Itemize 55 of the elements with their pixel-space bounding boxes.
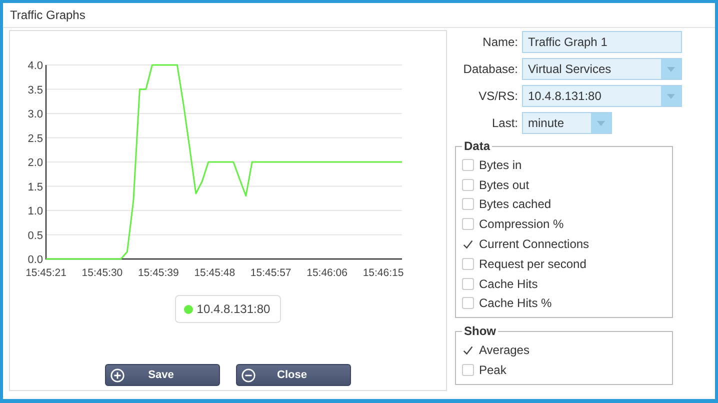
checkbox-label: Bytes out <box>479 178 530 192</box>
checkbox-label: Bytes in <box>479 158 522 172</box>
text-field[interactable]: Traffic Graph 1 <box>522 31 682 53</box>
checkbox[interactable] <box>462 158 474 171</box>
dropdown[interactable]: minute <box>522 112 612 134</box>
checkbox-label: Cache Hits <box>479 276 538 291</box>
y-tick-label: 0.5 <box>28 230 43 242</box>
checkbox-label: Cache Hits % <box>479 296 552 310</box>
window-title: Traffic Graphs <box>3 3 715 28</box>
x-tick-label: 15:46:15 <box>362 267 404 279</box>
x-tick-label: 15:45:21 <box>26 267 66 279</box>
y-tick-label: 3.0 <box>28 108 43 120</box>
checkbox-label: Compression % <box>479 217 564 232</box>
field-label: Database: <box>462 62 519 76</box>
field-label: Last: <box>490 116 519 130</box>
checkbox[interactable] <box>462 297 474 310</box>
x-tick-label: 15:45:57 <box>250 267 292 279</box>
checkbox-label: Request per second <box>479 256 586 271</box>
close-button[interactable]: Close <box>236 364 351 386</box>
group-title: Show <box>463 324 497 338</box>
y-tick-label: 0.0 <box>28 254 43 266</box>
minus-circle-icon <box>241 368 256 382</box>
caret-icon <box>667 66 675 72</box>
checkbox-label: Current Connections <box>479 237 590 252</box>
dropdown[interactable]: Virtual Services <box>522 58 682 80</box>
plus-circle-icon <box>110 368 125 382</box>
y-tick-label: 3.5 <box>28 84 43 96</box>
field-label: Name: <box>482 35 519 49</box>
checkbox[interactable] <box>462 364 474 376</box>
checkbox-label: Averages <box>479 343 530 358</box>
checkbox[interactable] <box>462 258 474 270</box>
checkbox-label: Bytes cached <box>479 197 552 212</box>
checkbox-label: Peak <box>479 363 506 378</box>
checkbox[interactable] <box>462 218 474 230</box>
save-button[interactable]: Save <box>105 364 220 386</box>
x-tick-label: 15:45:48 <box>194 267 236 279</box>
checkbox[interactable] <box>462 198 474 210</box>
y-tick-label: 1.0 <box>28 206 43 218</box>
checkmark-icon <box>463 344 473 356</box>
checkbox[interactable] <box>462 278 474 290</box>
checkbox[interactable] <box>462 178 474 191</box>
y-tick-label: 2.0 <box>28 157 43 169</box>
dropdown[interactable]: 10.4.8.131:80 <box>522 85 682 107</box>
checkmark-icon <box>463 238 473 250</box>
x-tick-label: 15:45:39 <box>138 267 179 279</box>
group-title: Data <box>463 139 492 153</box>
y-tick-label: 2.5 <box>28 132 43 145</box>
x-tick-label: 15:45:30 <box>82 267 123 279</box>
field-label: VS/RS: <box>478 89 519 103</box>
y-tick-label: 1.5 <box>28 181 43 194</box>
caret-icon <box>597 120 605 126</box>
caret-icon <box>667 94 675 98</box>
x-tick-label: 15:46:06 <box>306 267 348 279</box>
legend-label: 10.4.8.131:80 <box>196 302 270 316</box>
y-tick-label: 4.0 <box>28 60 43 72</box>
